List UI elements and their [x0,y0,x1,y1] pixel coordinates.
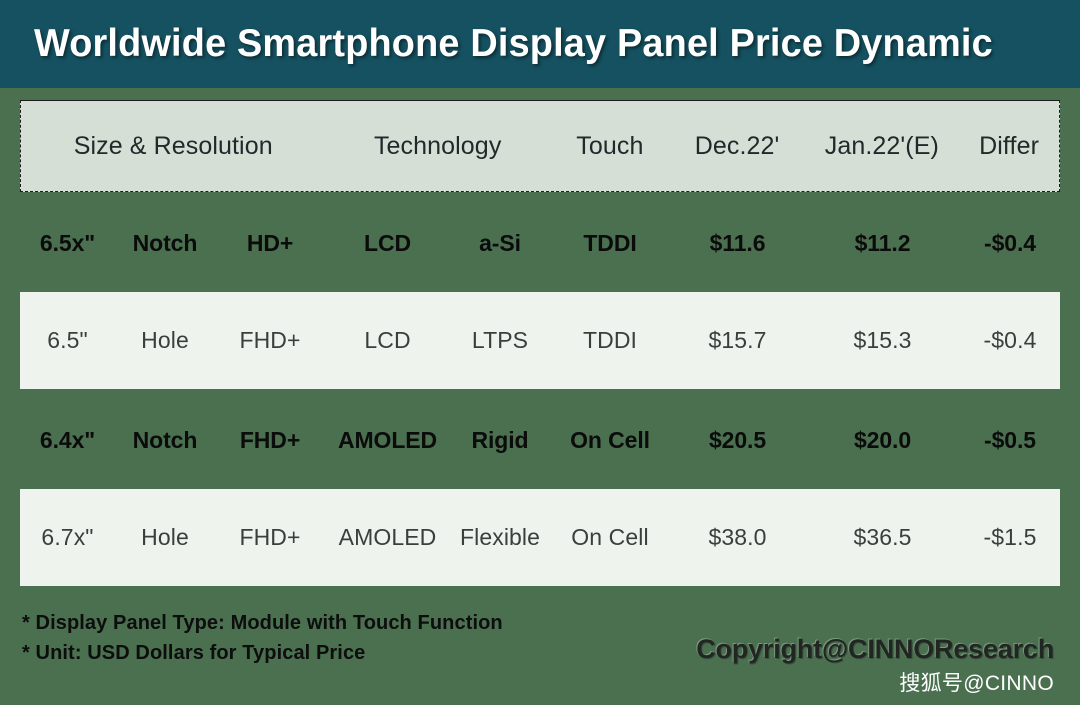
cell-dec-price: $38.0 [708,524,767,550]
cell-size: 6.7x" [41,524,94,550]
cell-differ: -$0.4 [984,229,1036,256]
column-header-dec: Dec.22' [694,131,780,160]
cell-backplane: LTPS [471,327,529,353]
cell-dec-price: $20.5 [708,426,767,453]
cell-dec-price: $15.7 [708,327,767,353]
cell-jan-price: $11.2 [854,229,911,256]
cell-resolution: HD+ [246,229,294,256]
cell-jan-price: $36.5 [853,524,912,550]
column-header-touch: Touch [576,131,644,160]
cell-touch: On Cell [570,426,650,453]
cell-size: 6.4x" [39,426,96,453]
table-row: 6.7x" Hole FHD+ AMOLED Flexible On Cell … [20,489,1060,586]
footnote-panel-type: * Display Panel Type: Module with Touch … [22,612,503,634]
cell-notch: Hole [141,524,189,550]
cell-jan-price: $20.0 [853,426,912,453]
cell-technology: AMOLED [337,426,438,453]
cell-touch: TDDI [583,229,637,256]
title-bar: Worldwide Smartphone Display Panel Price… [0,0,1080,88]
price-table: Size & Resolution Technology Touch Dec.2… [20,100,1060,586]
column-header-jan: Jan.22'(E) [824,131,939,160]
column-header-size-resolution: Size & Resolution [73,131,273,160]
price-table-poster: Worldwide Smartphone Display Panel Price… [0,0,1080,705]
cell-backplane: Flexible [459,524,541,550]
cell-size: 6.5" [47,327,88,353]
cell-differ: -$0.4 [983,327,1037,353]
cell-backplane: a-Si [479,229,521,256]
cell-technology: AMOLED [338,524,437,550]
cell-jan-price: $15.3 [853,327,912,353]
cell-differ: -$1.5 [983,524,1037,550]
copyright-watermark: Copyright@CINNOResearch [696,634,1054,664]
footnotes: * Display Panel Type: Module with Touch … [22,608,642,668]
page-title: Worldwide Smartphone Display Panel Price… [34,22,993,65]
cell-size: 6.5x" [39,229,96,256]
cell-technology: LCD [364,327,411,353]
cell-dec-price: $11.6 [709,229,766,256]
column-header-technology: Technology [373,131,502,160]
table-row: 6.4x" Notch FHD+ AMOLED Rigid On Cell $2… [20,393,1060,487]
cell-notch: Notch [132,229,198,256]
cell-touch: On Cell [571,524,649,550]
cell-touch: TDDI [582,327,638,353]
cell-notch: Hole [141,327,189,353]
table-row: 6.5x" Notch HD+ LCD a-Si TDDI $11.6 $11.… [20,196,1060,290]
sohu-watermark: 搜狐号@CINNO [899,672,1054,695]
cell-differ: -$0.5 [984,426,1036,453]
column-header-differ: Differ [979,131,1040,160]
cell-resolution: FHD+ [239,426,301,453]
cell-backplane: Rigid [471,426,529,453]
cell-resolution: FHD+ [239,327,301,353]
footnote-unit: * Unit: USD Dollars for Typical Price [22,642,366,664]
table-row: 6.5" Hole FHD+ LCD LTPS TDDI $15.7 $15.3… [20,292,1060,389]
cell-resolution: FHD+ [239,524,301,550]
cell-technology: LCD [364,229,411,256]
cell-notch: Notch [132,426,198,453]
table-header-row: Size & Resolution Technology Touch Dec.2… [20,100,1060,192]
